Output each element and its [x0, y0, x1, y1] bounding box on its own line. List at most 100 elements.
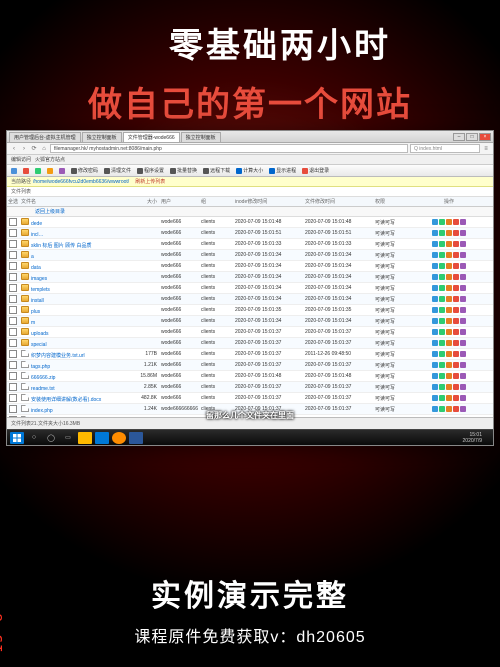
row-checkbox[interactable]: [9, 273, 17, 281]
op-icon[interactable]: [446, 329, 452, 335]
op-icon[interactable]: [432, 252, 438, 258]
op-icon[interactable]: [446, 340, 452, 346]
toolbar-item[interactable]: 清理文件: [104, 167, 131, 174]
op-icon[interactable]: [446, 241, 452, 247]
op-icon[interactable]: [432, 285, 438, 291]
file-name[interactable]: special: [31, 342, 47, 348]
file-name[interactable]: m: [31, 320, 35, 326]
table-row[interactable]: awode666clients2020-07-09 15:01:342020-0…: [7, 250, 493, 261]
op-icon[interactable]: [453, 252, 459, 258]
op-icon[interactable]: [453, 318, 459, 324]
op-icon[interactable]: [453, 406, 459, 412]
file-name[interactable]: sklin 标后 图片 顾传 白品质: [31, 243, 92, 249]
search-field[interactable]: Q index.html: [410, 144, 480, 153]
op-icon[interactable]: [453, 395, 459, 401]
toolbar-item[interactable]: 批量替换: [170, 167, 197, 174]
table-row[interactable]: datawode666clients2020-07-09 15:01:34202…: [7, 261, 493, 272]
op-icon[interactable]: [446, 274, 452, 280]
op-icon[interactable]: [432, 219, 438, 225]
forward-icon[interactable]: ›: [20, 145, 28, 153]
col-group[interactable]: 组: [201, 198, 235, 205]
op-icon[interactable]: [453, 285, 459, 291]
op-icon[interactable]: [439, 296, 445, 302]
op-icon[interactable]: [460, 318, 466, 324]
op-icon[interactable]: [446, 263, 452, 269]
row-checkbox[interactable]: [9, 251, 17, 259]
op-icon[interactable]: [460, 362, 466, 368]
back-row[interactable]: 返回上级目录: [7, 207, 493, 217]
op-icon[interactable]: [439, 373, 445, 379]
file-name[interactable]: incl…: [31, 232, 44, 238]
op-icon[interactable]: [446, 395, 452, 401]
table-row[interactable]: sklin 标后 图片 顾传 白品质wode666clients2020-07-…: [7, 239, 493, 250]
op-icon[interactable]: [432, 406, 438, 412]
op-icon[interactable]: [446, 285, 452, 291]
explorer-icon[interactable]: [78, 432, 92, 444]
row-checkbox[interactable]: [9, 295, 17, 303]
op-icon[interactable]: [453, 373, 459, 379]
op-icon[interactable]: [460, 263, 466, 269]
op-icon[interactable]: [446, 373, 452, 379]
firefox-icon[interactable]: [112, 432, 126, 444]
op-icon[interactable]: [446, 307, 452, 313]
maximize-button[interactable]: □: [466, 133, 478, 141]
url-field[interactable]: filemanager.hk/ myhostadmin.net:8086/mai…: [50, 144, 408, 153]
col-inode[interactable]: inode修改时间: [235, 198, 305, 205]
file-name[interactable]: templets: [31, 287, 50, 293]
refresh-upload[interactable]: 刷新上传列表: [135, 178, 165, 185]
op-icon[interactable]: [453, 230, 459, 236]
close-button[interactable]: ×: [479, 133, 491, 141]
row-checkbox[interactable]: [9, 240, 17, 248]
op-icon[interactable]: [453, 351, 459, 357]
col-perm[interactable]: 权限: [375, 198, 405, 205]
op-icon[interactable]: [432, 395, 438, 401]
op-icon[interactable]: [439, 384, 445, 390]
reload-icon[interactable]: ⟳: [30, 145, 38, 153]
table-row[interactable]: 666666.zip15.86Mwode666clients2020-07-09…: [7, 371, 493, 382]
op-icon[interactable]: [460, 285, 466, 291]
edge-icon[interactable]: [95, 432, 109, 444]
op-icon[interactable]: [439, 285, 445, 291]
toolbar-item[interactable]: [23, 168, 29, 174]
op-icon[interactable]: [439, 406, 445, 412]
row-checkbox[interactable]: [9, 372, 17, 380]
cortana-icon[interactable]: ◯: [44, 432, 58, 444]
op-icon[interactable]: [439, 351, 445, 357]
table-row[interactable]: specialwode666clients2020-07-09 15:01:37…: [7, 338, 493, 349]
col-name[interactable]: 文件名: [19, 198, 129, 205]
row-checkbox[interactable]: [9, 350, 17, 358]
file-name[interactable]: 安装使用详细讲解(数必看).docx: [31, 397, 101, 403]
op-icon[interactable]: [446, 351, 452, 357]
row-checkbox[interactable]: [9, 229, 17, 237]
op-icon[interactable]: [446, 230, 452, 236]
op-icon[interactable]: [432, 307, 438, 313]
col-ops[interactable]: 操作: [405, 198, 493, 205]
back-link[interactable]: 返回上级目录: [35, 208, 65, 215]
table-row[interactable]: uploadswode666clients2020-07-09 15:01:37…: [7, 327, 493, 338]
op-icon[interactable]: [460, 395, 466, 401]
table-row[interactable]: installwode666clients2020-07-09 15:01:34…: [7, 294, 493, 305]
row-checkbox[interactable]: [9, 361, 17, 369]
app-icon[interactable]: [129, 432, 143, 444]
table-row[interactable]: mwode666clients2020-07-09 15:01:342020-0…: [7, 316, 493, 327]
op-icon[interactable]: [453, 219, 459, 225]
row-checkbox[interactable]: [9, 317, 17, 325]
browser-tab[interactable]: 用户管理后台-虚拟主机管理: [9, 132, 81, 142]
op-icon[interactable]: [439, 318, 445, 324]
op-icon[interactable]: [460, 329, 466, 335]
browser-tab[interactable]: 独立控制面板: [82, 132, 122, 142]
table-row[interactable]: 织梦内容建模业务.txt.url177Bwode666clients2020-0…: [7, 349, 493, 360]
browser-tab[interactable]: 独立控制面板: [181, 132, 221, 142]
op-icon[interactable]: [453, 307, 459, 313]
op-icon[interactable]: [439, 274, 445, 280]
op-icon[interactable]: [446, 318, 452, 324]
back-icon[interactable]: ‹: [10, 145, 18, 153]
op-icon[interactable]: [453, 329, 459, 335]
op-icon[interactable]: [432, 362, 438, 368]
op-icon[interactable]: [439, 329, 445, 335]
minimize-button[interactable]: –: [453, 133, 465, 141]
file-name[interactable]: 666666.zip: [31, 375, 55, 381]
op-icon[interactable]: [460, 241, 466, 247]
file-name[interactable]: tags.php: [31, 364, 50, 370]
op-icon[interactable]: [432, 329, 438, 335]
